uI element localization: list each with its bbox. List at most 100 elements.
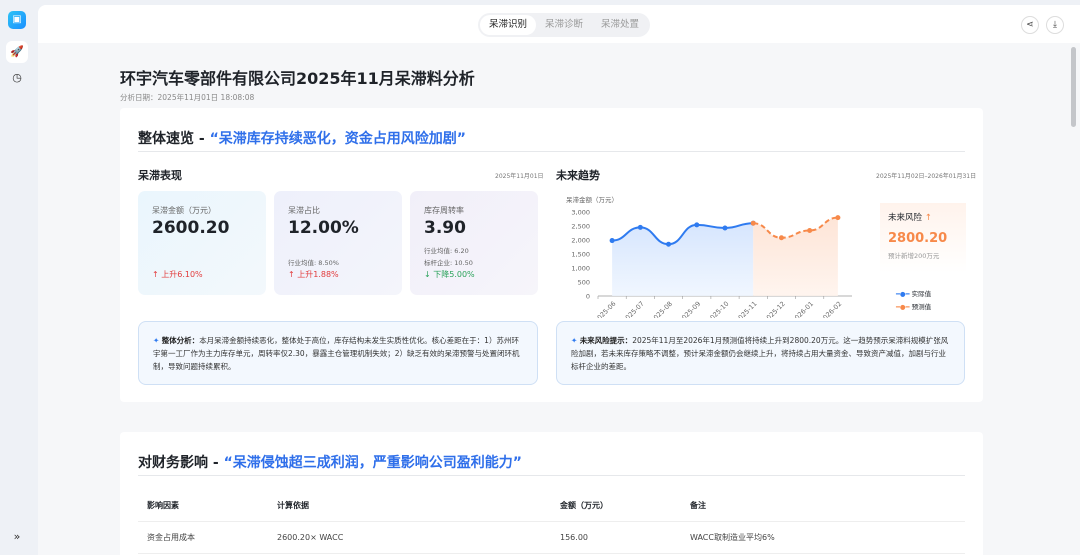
arrow-up-icon: ↑ (288, 270, 295, 279)
kpi-change: ↓ 下降5.00% (424, 269, 475, 280)
x-tick-label: 2026-02 (818, 300, 843, 318)
risk-label: 未来风险 (888, 213, 923, 223)
analysis-label: 整体分析： (161, 336, 200, 345)
arrow-up-icon: ↑ (924, 213, 932, 223)
data-point (835, 215, 841, 221)
table-header: 影响因素 计算依据 金额（万元） 备注 (138, 490, 965, 522)
kpi-industry: 行业均值: 6.20 (424, 247, 469, 255)
kpi-value: 3.90 (424, 218, 466, 238)
y-tick-label: 500 (578, 279, 590, 287)
data-point (722, 225, 728, 231)
risk-note: 预计新增200万元 (888, 252, 940, 260)
x-tick-label: 2025-11 (734, 300, 759, 318)
kpi-value: 12.00% (288, 218, 359, 238)
trend-title: 未来趋势 (556, 169, 600, 182)
page-title: 环宇汽车零部件有限公司2025年11月呆滞料分析 (120, 69, 475, 88)
legend-marker: ━●━ (896, 303, 910, 311)
col-header: 金额（万元） (551, 490, 681, 522)
overview-quote: “呆滞库存持续恶化，资金占用风险加剧” (209, 131, 466, 147)
finance-quote: “呆滞侵蚀超三成利润，严重影响公司盈利能力” (223, 455, 522, 471)
legend-forecast[interactable]: ━●━ 预测值 (896, 301, 931, 314)
cell: WACC取制造业平均6% (681, 521, 965, 554)
y-tick-label: 1,000 (571, 265, 590, 273)
finance-title: 对财务影响 - “呆滞侵蚀超三成利润，严重影响公司盈利能力” (138, 452, 522, 472)
perf-title: 呆滞表现 (138, 169, 182, 182)
col-header: 计算依据 (268, 490, 551, 522)
x-tick-label: 2025-07 (621, 300, 646, 318)
perf-date: 2025年11月01日 (495, 173, 544, 180)
y-axis-title: 呆滞金额（万元） (566, 195, 618, 204)
data-point (750, 220, 756, 226)
y-tick-label: 2,000 (571, 237, 590, 245)
x-tick-label: 2026-01 (790, 300, 815, 318)
tab-identify[interactable]: 呆滞识别 (480, 15, 537, 35)
share-icon[interactable]: ⋖ (1021, 16, 1039, 34)
kpi-card-amount: 呆滞金额（万元） 2600.20 ↑ 上升6.10% (138, 191, 266, 295)
y-tick-label: 3,000 (571, 209, 590, 217)
sparkle-icon: ✦ (153, 336, 160, 345)
kpi-card-ratio: 呆滞占比 12.00% 行业均值: 8.50% ↑ 上升1.88% (274, 191, 402, 295)
col-header: 备注 (681, 490, 965, 522)
kpi-change: ↑ 上升1.88% (288, 269, 339, 280)
finance-table: 影响因素 计算依据 金额（万元） 备注 资金占用成本 2600.20× WACC… (138, 490, 965, 554)
cell: 156.00 (551, 521, 681, 554)
risk-label-row: 未来风险 ↑ (888, 211, 958, 223)
sparkle-icon: ✦ (571, 336, 578, 345)
finance-card: 对财务影响 - “呆滞侵蚀超三成利润，严重影响公司盈利能力” 影响因素 计算依据… (120, 432, 983, 555)
x-tick-label: 2025-10 (706, 300, 731, 318)
x-tick-label: 2025-06 (593, 300, 618, 318)
kpi-label: 呆滞占比 (288, 206, 320, 215)
kpi-label: 呆滞金额（万元） (152, 206, 216, 215)
cell: 2600.20× WACC (268, 521, 551, 554)
data-point (666, 241, 672, 247)
arrow-down-icon: ↓ (424, 270, 431, 279)
kpi-card-turnover: 库存周转率 3.90 行业均值: 6.20 标杆企业: 10.50 ↓ 下降5.… (410, 191, 538, 295)
overview-title-label: 整体速览 - (138, 131, 210, 147)
kpi-change: ↑ 上升6.10% (152, 269, 203, 280)
x-tick-label: 2025-08 (649, 300, 674, 318)
trend-chart: 呆滞金额（万元） 0 500 1,000 1,500 2,000 2,500 3,000 202… (566, 195, 852, 318)
overview-title: 整体速览 - “呆滞库存持续恶化，资金占用风险加剧” (138, 128, 466, 148)
topbar: 呆滞识别 呆滞诊断 呆滞处置 ⋖ ⤓ (38, 5, 1080, 43)
divider (138, 151, 965, 152)
download-icon[interactable]: ⤓ (1046, 16, 1064, 34)
analysis-text: 本月呆滞金额持续恶化，整体处于高位，库存结构未发生实质性优化。核心差距在于：1）… (153, 336, 520, 371)
legend-actual[interactable]: ━●━ 实际值 (896, 288, 931, 301)
main-panel: 呆滞识别 呆滞诊断 呆滞处置 ⋖ ⤓ 环宇汽车零部件有限公司2025年11月呆滞… (38, 5, 1080, 555)
y-tick-label: 0 (586, 293, 590, 301)
data-point (637, 224, 643, 230)
hint-label: 未来风险提示： (579, 336, 633, 345)
cell: 资金占用成本 (138, 521, 268, 554)
future-risk-box: 未来风险 ↑ 2800.20 预计新增200万元 (880, 203, 966, 273)
data-point (694, 222, 700, 228)
legend-marker: ━●━ (896, 290, 910, 298)
kpi-value: 2600.20 (152, 218, 230, 238)
kpi-benchmark: 标杆企业: 10.50 (424, 259, 473, 267)
chart-legend: ━●━ 实际值 ━●━ 预测值 (896, 288, 931, 314)
tab-group: 呆滞识别 呆滞诊断 呆滞处置 (478, 13, 651, 37)
y-tick-label: 1,500 (571, 251, 590, 259)
future-risk-hint: ✦ 未来风险提示：2025年11月至2026年1月预测值将持续上升到2800.2… (556, 321, 965, 385)
kpi-change-text: 上升6.10% (161, 270, 203, 279)
data-point (609, 238, 615, 244)
scrollbar[interactable] (1071, 47, 1076, 127)
tab-diagnose[interactable]: 呆滞诊断 (536, 15, 592, 35)
trend-date: 2025年11月02日–2026年01月31日 (876, 173, 977, 180)
x-tick-label: 2025-12 (762, 300, 787, 318)
rocket-icon[interactable]: 🚀 (6, 41, 28, 63)
legend-label: 实际值 (911, 290, 932, 298)
series-area (753, 217, 838, 296)
tab-dispose[interactable]: 呆滞处置 (592, 15, 648, 35)
kpi-change-text: 上升1.88% (297, 270, 339, 279)
data-point (807, 227, 813, 233)
table-row: 资金占用成本 2600.20× WACC 156.00 WACC取制造业平均6% (138, 521, 965, 554)
x-tick-label: 2025-09 (677, 300, 702, 318)
legend-label: 预测值 (911, 303, 932, 311)
clock-icon[interactable]: ◷ (6, 67, 28, 89)
analysis-date: 分析日期：2025年11月01日 18:08:08 (120, 93, 255, 102)
arrow-up-icon: ↑ (152, 270, 159, 279)
expand-icon[interactable]: » (6, 526, 28, 548)
col-header: 影响因素 (138, 490, 268, 522)
divider (138, 475, 965, 476)
app-logo-icon[interactable]: ▣ (8, 11, 26, 29)
